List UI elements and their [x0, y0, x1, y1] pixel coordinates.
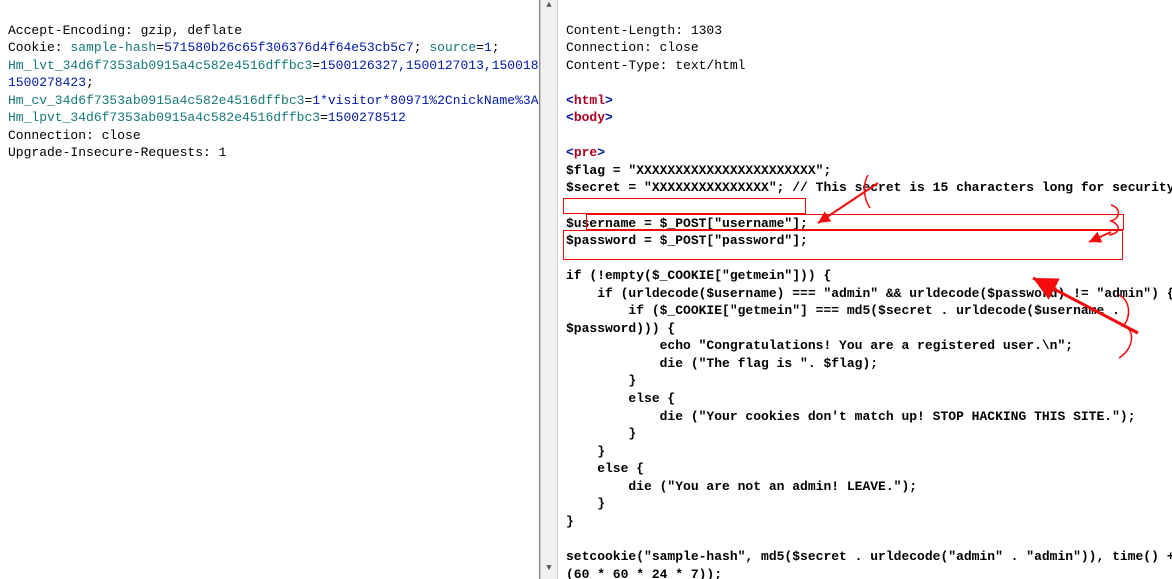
cookie-name: Hm_cv_34d6f7353ab0915a4c582e4516dffbc3 [8, 93, 304, 108]
annotation-arrow-2 [1083, 210, 1113, 230]
code-line: $username = $_POST["username"]; [566, 216, 808, 231]
code-line: setcookie("sample-hash", md5($secret . u… [566, 549, 1172, 564]
cookie-key: Cookie: [8, 40, 70, 55]
eq: = [320, 110, 328, 125]
header-line: Content-Length: 1303 [566, 23, 722, 38]
code-line: else { [566, 391, 675, 406]
code-line: echo "Congratulations! You are a registe… [566, 338, 1073, 353]
tag-bracket: > [597, 145, 605, 160]
header-line: Upgrade-Insecure-Requests: 1 [8, 145, 226, 160]
body-tag: body [574, 110, 605, 125]
code-line: } [566, 444, 605, 459]
pre-tag: pre [574, 145, 597, 160]
code-line: die ("You are not an admin! LEAVE."); [566, 479, 917, 494]
tag-bracket: < [566, 110, 574, 125]
code-line: } [566, 373, 636, 388]
eq: = [476, 40, 484, 55]
scroll-down-icon[interactable]: ▼ [541, 563, 557, 579]
annotation-box-1 [563, 198, 806, 214]
eq: = [312, 58, 320, 73]
response-body-panel[interactable]: Content-Length: 1303 Connection: close C… [558, 0, 1172, 579]
header-line: Connection: close [8, 128, 141, 143]
scroll-up-icon[interactable]: ▲ [541, 0, 557, 16]
code-line: if (urldecode($username) === "admin" && … [566, 286, 1172, 301]
tag-bracket: > [605, 93, 613, 108]
code-line: die ("The flag is ". $flag); [566, 356, 878, 371]
code-line: } [566, 496, 605, 511]
code-line: if (!empty($_COOKIE["getmein"])) { [566, 268, 831, 283]
cookie-value: 1500278512 [328, 110, 406, 125]
cookie-value: 1500126327,1500127013,1500183979, [320, 58, 540, 73]
cookie-name: Hm_lvt_34d6f7353ab0915a4c582e4516dffbc3 [8, 58, 312, 73]
html-tag: html [574, 93, 605, 108]
tag-bracket: > [605, 110, 613, 125]
code-line: $flag = "XXXXXXXXXXXXXXXXXXXXXXX"; [566, 163, 831, 178]
code-line: if ($_COOKIE["getmein"] === md5($secret … [566, 303, 1128, 318]
code-line: else { [566, 461, 644, 476]
code-line: (60 * 60 * 24 * 7)); [566, 567, 722, 579]
cookie-value: 1500278423 [8, 75, 86, 90]
code-line: } [566, 426, 636, 441]
request-headers-panel[interactable]: Accept-Encoding: gzip, deflate Cookie: s… [0, 0, 540, 579]
sep: ; [86, 75, 94, 90]
code-line: $secret = "XXXXXXXXXXXXXXX"; // This sec… [566, 180, 1172, 195]
cookie-name: sample-hash [70, 40, 156, 55]
code-line: die ("Your cookies don't match up! STOP … [566, 409, 1136, 424]
header-line: Content-Type: text/html [566, 58, 745, 73]
header-line: Accept-Encoding: gzip, deflate [8, 23, 242, 38]
sep: ; [414, 40, 430, 55]
cookie-name: source [429, 40, 476, 55]
code-line: } [566, 514, 574, 529]
cookie-value: 1*visitor*80971%2CnickName%3A0ne [312, 93, 540, 108]
tag-bracket: < [566, 93, 574, 108]
eq: = [156, 40, 164, 55]
cookie-value: 571580b26c65f306376d4f64e53cb5c7 [164, 40, 414, 55]
sep: ; [492, 40, 500, 55]
cookie-value: 1 [484, 40, 492, 55]
header-line: Connection: close [566, 40, 699, 55]
code-line: $password))) { [566, 321, 675, 336]
scrollbar-vertical[interactable]: ▲ ▼ [540, 0, 558, 579]
cookie-name: Hm_lpvt_34d6f7353ab0915a4c582e4516dffbc3 [8, 110, 320, 125]
tag-bracket: < [566, 145, 574, 160]
code-line: $password = $_POST["password"]; [566, 233, 808, 248]
